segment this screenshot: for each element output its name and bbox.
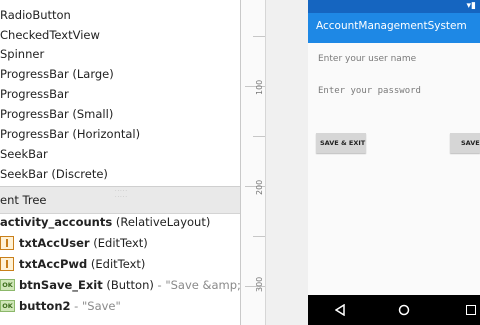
tree-node-name: btnSave_Exit xyxy=(19,278,103,292)
palette-item-progressbar[interactable]: ProgressBar xyxy=(0,84,69,104)
tree-node-type: (EditText) xyxy=(90,257,146,271)
tree-row-txtaccuser[interactable]: txtAccUser (EditText) xyxy=(0,233,148,254)
palette-item-seekbar[interactable]: SeekBar xyxy=(0,144,48,164)
tree-node-name: button2 xyxy=(19,299,71,313)
palette-item-progressbar-large[interactable]: ProgressBar (Large) xyxy=(0,64,114,84)
tree-node-type: (Button) xyxy=(106,278,154,292)
ruler-tick xyxy=(253,236,265,237)
tree-row-txtaccpwd[interactable]: txtAccPwd (EditText) xyxy=(0,254,145,275)
edittext-icon xyxy=(0,257,14,271)
home-icon[interactable] xyxy=(398,304,410,316)
username-field[interactable]: Enter your user name xyxy=(318,54,416,64)
app-title: AccountManagementSystem xyxy=(316,20,467,32)
ruler-label-200: 200 xyxy=(255,179,264,195)
device-preview xyxy=(308,0,480,325)
button-icon: OK xyxy=(0,300,15,312)
ruler-tick xyxy=(253,136,265,137)
signal-battery-icon: ▾▮ xyxy=(466,1,476,11)
password-field[interactable]: Enter your password xyxy=(318,86,421,96)
tree-row-button2[interactable]: OK button2 - "Save" xyxy=(0,296,121,317)
save-exit-button[interactable]: SAVE & EXIT xyxy=(316,133,366,153)
palette-item-progressbar-small[interactable]: ProgressBar (Small) xyxy=(0,104,113,124)
tree-root-name: activity_accounts xyxy=(0,215,113,229)
tree-node-name: txtAccPwd xyxy=(19,257,88,271)
tree-node-type: (EditText) xyxy=(93,236,148,250)
tree-row-root[interactable]: activity_accounts (RelativeLayout) xyxy=(0,212,210,233)
button-icon: OK xyxy=(0,279,15,291)
recent-apps-icon[interactable] xyxy=(466,305,476,315)
save-button[interactable]: SAVE xyxy=(450,133,480,153)
palette-panel: RadioButton CheckedTextView Spinner Prog… xyxy=(0,0,240,185)
palette-item-seekbar-discrete[interactable]: SeekBar (Discrete) xyxy=(0,164,108,184)
ruler-label-100: 100 xyxy=(255,79,264,95)
nav-bar xyxy=(308,295,480,325)
palette-item-progressbar-horizontal[interactable]: ProgressBar (Horizontal) xyxy=(0,124,140,144)
ruler-tick xyxy=(253,36,265,37)
tree-root-type: (RelativeLayout) xyxy=(115,215,211,229)
panel-resize-grip[interactable]: ····· ····· xyxy=(115,188,127,200)
palette-item-radiobutton[interactable]: RadioButton xyxy=(0,5,71,25)
ruler-label-300: 300 xyxy=(255,276,264,292)
edittext-icon xyxy=(0,236,14,250)
palette-item-spinner[interactable]: Spinner xyxy=(0,44,44,64)
tree-node-text: - "Save" xyxy=(74,299,121,313)
back-icon[interactable] xyxy=(335,304,345,316)
tree-node-name: txtAccUser xyxy=(19,236,90,250)
tree-row-btnsave-exit[interactable]: OK btnSave_Exit (Button) - "Save &amp; E… xyxy=(0,275,272,296)
component-tree-title: ent Tree xyxy=(0,193,47,207)
status-bar: ▾▮ xyxy=(308,0,480,13)
palette-item-checkedtextview[interactable]: CheckedTextView xyxy=(0,25,100,45)
